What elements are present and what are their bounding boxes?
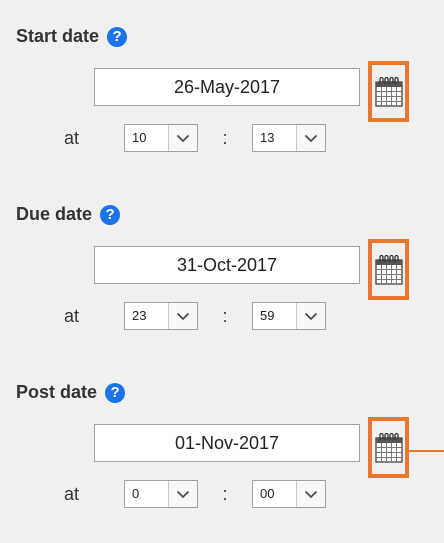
at-label: at [64,127,80,148]
question-circle-icon[interactable]: ? [105,382,126,403]
at-label: at [64,305,80,326]
start-date-calendar-button[interactable] [368,61,409,122]
chevron-down-icon[interactable] [169,481,197,507]
post-hour-select[interactable]: 0 [124,480,198,508]
question-circle-icon[interactable]: ? [107,26,128,47]
due-time-row: at 23 : 59 [64,299,326,333]
post-date-input[interactable] [94,424,360,462]
due-date-label: Due date [16,204,93,224]
calendar-icon [374,254,403,285]
start-minute-select[interactable]: 13 [252,124,326,152]
post-minute-select[interactable]: 00 [252,480,326,508]
time-separator: : [222,483,228,504]
post-date-label: Post date [16,382,98,402]
post-date-calendar-button[interactable] [368,417,409,478]
due-hour-value: 23 [125,303,169,329]
highlight-connector-line [409,450,444,452]
due-minute-value: 59 [253,303,297,329]
calendar-icon [374,76,403,107]
start-time-row: at 10 : 13 [64,121,326,155]
chevron-down-icon[interactable] [297,125,325,151]
start-date-input[interactable] [94,68,360,106]
chevron-down-icon[interactable] [169,303,197,329]
due-hour-select[interactable]: 23 [124,302,198,330]
due-date-label-row: Due date ? [16,204,121,225]
due-date-calendar-button[interactable] [368,239,409,300]
start-hour-select[interactable]: 10 [124,124,198,152]
chevron-down-icon[interactable] [169,125,197,151]
time-separator: : [222,305,228,326]
post-date-label-row: Post date ? [16,382,126,403]
chevron-down-icon[interactable] [297,481,325,507]
calendar-icon [374,432,403,463]
post-minute-value: 00 [253,481,297,507]
post-hour-value: 0 [125,481,169,507]
start-minute-value: 13 [253,125,297,151]
post-time-row: at 0 : 00 [64,477,326,511]
due-date-input[interactable] [94,246,360,284]
date-settings-panel: Start date ? 26-May-2017 at 10: 13 Due … [0,0,444,543]
start-date-label-row: Start date ? [16,26,128,47]
start-hour-value: 10 [125,125,169,151]
start-date-label: Start date [16,26,100,46]
question-circle-icon[interactable]: ? [100,204,121,225]
time-separator: : [222,127,228,148]
at-label: at [64,483,80,504]
due-minute-select[interactable]: 59 [252,302,326,330]
chevron-down-icon[interactable] [297,303,325,329]
